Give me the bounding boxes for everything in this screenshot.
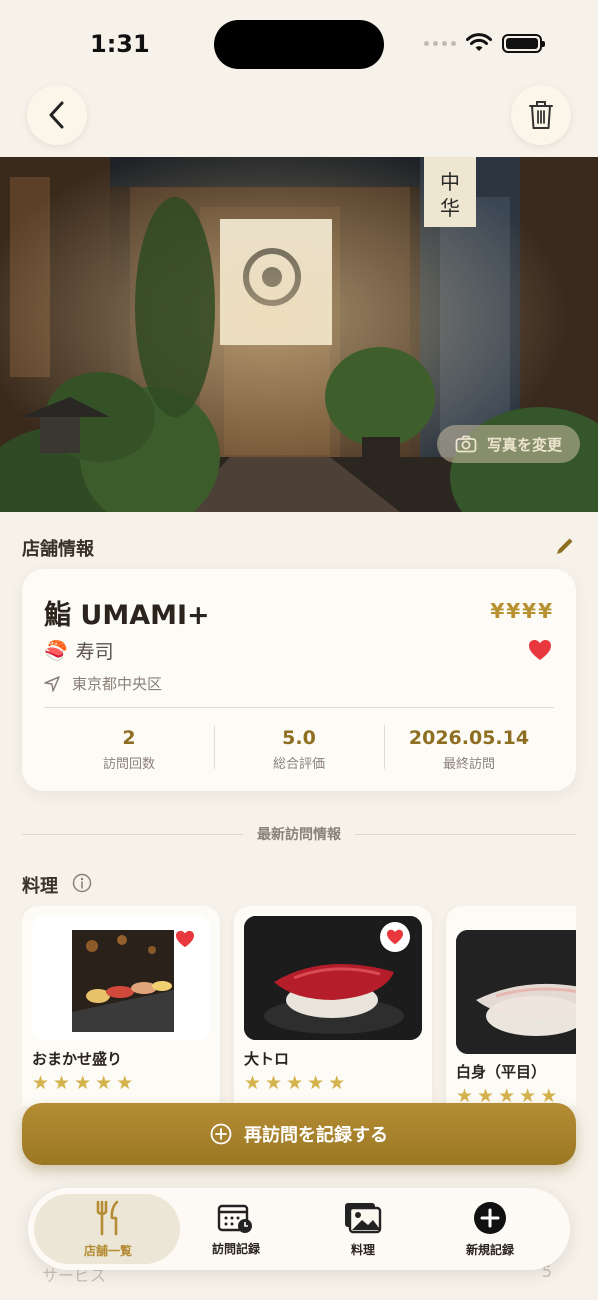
stats-row: 2 訪問回数 5.0 総合評価 2026.05.14 最終訪問: [44, 721, 554, 776]
dish-rating: ★ ★ ★ ★ ★: [244, 1074, 345, 1093]
sushi-icon: 🍣: [44, 640, 68, 662]
stat-visit-count: 2 訪問回数: [44, 721, 214, 776]
svg-text:中: 中: [440, 170, 460, 194]
record-revisit-label: 再訪問を記録する: [244, 1125, 388, 1146]
stat-label: 訪問回数: [102, 757, 155, 772]
tab-dishes[interactable]: 料理: [303, 1196, 423, 1262]
dish-favorite-toggle[interactable]: [380, 922, 410, 952]
delete-button[interactable]: [511, 85, 571, 145]
stat-value: 2026.05.14: [408, 727, 530, 749]
heart-icon: [529, 640, 551, 660]
calendar-clock-icon: [217, 1204, 252, 1233]
star-icon: ★: [53, 1072, 71, 1094]
stat-value: 2: [122, 727, 136, 749]
divider: [44, 707, 554, 708]
star-icon: ★: [95, 1072, 113, 1094]
dish-name: 白身（平目）: [456, 1063, 547, 1081]
latest-visit-label: 最新訪問情報: [257, 827, 341, 843]
store-photo: 中 华 写真を変更: [0, 157, 598, 512]
tab-label: 料理: [350, 1242, 375, 1257]
dish-rating: ★ ★ ★ ★ ★: [32, 1074, 133, 1093]
stat-label: 最終訪問: [442, 757, 495, 772]
tab-store-list[interactable]: 店舗一覧: [48, 1196, 168, 1262]
tab-label: 新規記録: [465, 1242, 514, 1257]
location-label: 東京都中央区: [72, 675, 163, 693]
plus-circle-icon: [210, 1123, 232, 1145]
dish-card[interactable]: おまかせ盛り ★ ★ ★ ★ ★: [22, 906, 220, 1106]
cuisine-label: 寿司: [75, 641, 114, 663]
dish-favorite-toggle[interactable]: [170, 924, 200, 954]
pencil-icon: [557, 538, 573, 554]
star-icon: ★: [328, 1072, 346, 1094]
dynamic-island: [214, 20, 384, 69]
dishes-title: 料理: [22, 876, 58, 897]
store-card: 鮨 UMAMI+ ¥¥¥¥ 🍣 寿司 東京都中央区 2 訪問回数 5.0 総合評…: [22, 569, 576, 791]
tab-visit-records[interactable]: 訪問記録: [176, 1196, 296, 1262]
heart-icon: [176, 930, 194, 948]
star-icon: ★: [265, 1072, 283, 1094]
trash-icon: [529, 101, 553, 129]
location: 東京都中央区: [44, 673, 162, 694]
dish-carousel[interactable]: おまかせ盛り ★ ★ ★ ★ ★ 大トロ ★ ★ ★ ★ ★ 白身（平目） ★ …: [22, 906, 576, 1106]
change-photo-label: 写真を変更: [486, 435, 562, 454]
dish-name: 大トロ: [244, 1050, 290, 1068]
price-level: ¥¥¥¥: [490, 599, 554, 623]
location-arrow-icon: [44, 675, 60, 692]
photos-icon: [345, 1202, 382, 1233]
change-photo-button[interactable]: 写真を変更: [437, 425, 580, 463]
favorite-toggle[interactable]: [528, 639, 552, 665]
info-icon: [72, 873, 92, 893]
plus-circle-icon: [474, 1201, 506, 1234]
stat-overall-rating: 5.0 総合評価: [214, 721, 384, 776]
tab-label: 店舗一覧: [83, 1243, 132, 1258]
fork-knife-icon: [96, 1200, 119, 1235]
heart-icon: [387, 929, 403, 945]
stat-last-visit: 2026.05.14 最終訪問: [384, 721, 554, 776]
store-info-header: 店舗情報: [22, 535, 576, 561]
tab-label: 訪問記録: [211, 1241, 260, 1256]
star-icon: ★: [116, 1072, 134, 1094]
svg-text:华: 华: [440, 196, 460, 220]
latest-visit-divider: 最新訪問情報: [22, 824, 576, 844]
star-icon: ★: [74, 1072, 92, 1094]
star-icon: ★: [307, 1072, 325, 1094]
status-icons: [424, 33, 545, 53]
info-button[interactable]: [72, 873, 92, 897]
star-icon: ★: [32, 1072, 50, 1094]
battery-icon: [502, 33, 545, 53]
stat-value: 5.0: [282, 727, 316, 749]
stat-label: 総合評価: [272, 757, 325, 772]
cuisine: 🍣 寿司: [44, 637, 114, 664]
status-time: 1:31: [90, 30, 150, 58]
tab-new-record[interactable]: 新規記録: [430, 1196, 550, 1262]
star-icon: ★: [244, 1072, 262, 1094]
dish-photo: [456, 930, 576, 1054]
dish-card[interactable]: 大トロ ★ ★ ★ ★ ★: [234, 906, 432, 1106]
signal-icon: [424, 40, 456, 46]
dish-card[interactable]: 白身（平目） ★ ★ ★ ★ ★: [446, 906, 576, 1106]
store-name: 鮨 UMAMI+: [44, 600, 210, 631]
back-button[interactable]: [27, 85, 87, 145]
wifi-icon: [466, 33, 492, 51]
status-bar: 1:31: [0, 0, 598, 80]
record-revisit-button[interactable]: 再訪問を記録する: [22, 1103, 576, 1165]
star-icon: ★: [286, 1072, 304, 1094]
edit-button[interactable]: [554, 535, 576, 561]
camera-icon: [455, 435, 477, 453]
dishes-header: 料理: [22, 872, 92, 898]
tab-bar: 店舗一覧 訪問記録 料理 新規記録: [28, 1188, 570, 1270]
store-info-title: 店舗情報: [22, 539, 94, 560]
dish-name: おまかせ盛り: [32, 1050, 123, 1068]
chevron-left-icon: [49, 101, 64, 129]
